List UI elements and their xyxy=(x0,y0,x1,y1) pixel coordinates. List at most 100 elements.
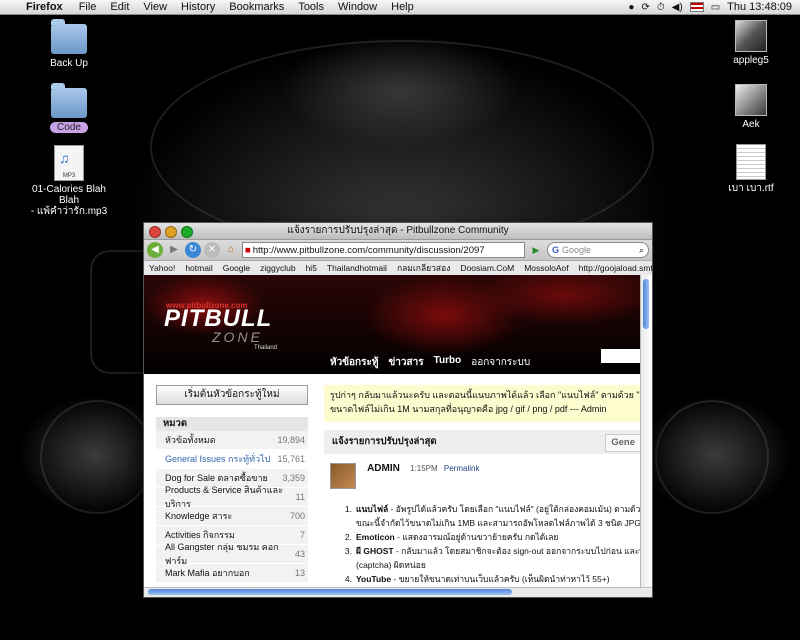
menu-file[interactable]: File xyxy=(72,1,104,13)
music-note-icon: ♫ xyxy=(59,150,70,166)
desktop-icon-code[interactable]: Code xyxy=(24,83,114,133)
desktop-icon-label: - แพ้คำว่ารัก.mp3 xyxy=(30,206,108,217)
folder-icon xyxy=(51,19,87,54)
window-title: แจ้งรายการปรับปรุงล่าสุด - Pitbullzone C… xyxy=(287,225,509,236)
mp3-file-icon: ♫ MP3 xyxy=(54,145,84,181)
category-row[interactable]: All Gangster กลุ่ม ชมรม คอก ฟาร์ม 43 xyxy=(156,542,308,566)
new-topic-button[interactable]: เริ่มต้นหัวข้อกระทู้ใหม่ xyxy=(156,385,308,405)
reload-icon[interactable]: ↻ xyxy=(185,242,201,258)
avatar[interactable] xyxy=(330,463,356,489)
dog-photo-icon xyxy=(735,84,767,116)
dog-photo-icon xyxy=(735,20,767,52)
post-header: ADMIN 1:15PM Permalink xyxy=(330,463,641,489)
category-row[interactable]: Products & Service สินค้าและบริการ 11 xyxy=(156,485,308,509)
nav-topics[interactable]: หัวข้อกระทู้ xyxy=(330,355,378,370)
menu-tools[interactable]: Tools xyxy=(291,1,331,13)
category-row[interactable]: General Issues กระทู้ทั่วไป 15,761 xyxy=(156,450,308,469)
bookmark-doosiam[interactable]: Doosiam.CoM xyxy=(460,263,514,273)
volume-icon[interactable]: ◀) xyxy=(672,2,683,13)
category-row[interactable]: หัวข้อทั้งหมด 19,894 xyxy=(156,431,308,450)
bookmark-google[interactable]: Google xyxy=(223,263,250,273)
list-number: 1. xyxy=(344,504,352,514)
forward-arrow-icon[interactable]: ▶ xyxy=(166,242,182,258)
menu-history[interactable]: History xyxy=(174,1,222,13)
menu-clock[interactable]: Thu 13:48:09 xyxy=(727,1,792,13)
category-count: 43 xyxy=(294,549,305,559)
stop-icon[interactable]: ✕ xyxy=(204,242,220,258)
bookmark-hi5[interactable]: hi5 xyxy=(306,263,317,273)
window-titlebar[interactable]: แจ้งรายการปรับปรุงล่าสุด - Pitbullzone C… xyxy=(144,223,652,240)
address-bar-url: http://www.pitbullzone.com/community/dis… xyxy=(252,244,485,256)
back-arrow-icon[interactable]: ◀ xyxy=(147,242,163,258)
site-favicon-icon: ■ xyxy=(245,244,251,256)
home-icon[interactable]: ⌂ xyxy=(223,242,239,258)
desktop-icon-label: 01-Calories Blah Blah xyxy=(32,184,106,206)
bookmark-ziggyclub[interactable]: ziggyclub xyxy=(260,263,295,273)
general-button[interactable]: Gene xyxy=(605,434,641,452)
category-count: 15,761 xyxy=(277,454,305,464)
battery-icon[interactable]: ▭ xyxy=(711,2,720,13)
firefox-window: แจ้งรายการปรับปรุงล่าสุด - Pitbullzone C… xyxy=(143,222,653,598)
site-logo-country: Thailand xyxy=(254,345,278,351)
horizontal-scrollbar[interactable] xyxy=(144,587,652,597)
desktop-icon-label: appleg5 xyxy=(733,55,769,66)
adium-icon[interactable]: ● xyxy=(628,2,634,13)
address-bar[interactable]: ■ http://www.pitbullzone.com/community/d… xyxy=(242,242,525,258)
magnifier-icon[interactable]: ⌕ xyxy=(639,245,644,256)
desktop-icon-mp3[interactable]: ♫ MP3 01-Calories Blah Blah - แพ้คำว่ารั… xyxy=(24,145,114,217)
desktop-icon-label: Aek xyxy=(742,119,760,130)
discussion-header: แจ้งรายการปรับปรุงล่าสุด Gene xyxy=(324,430,641,454)
notice-line: ขนาดไฟล์ไม่เกิน 1M นามสกุลที่อนุญาตคือ j… xyxy=(330,404,607,414)
bookmarks-toolbar: Yahoo! hotmail Google ziggyclub hi5 Thai… xyxy=(144,261,652,276)
horizontal-scroll-thumb[interactable] xyxy=(148,589,512,595)
menu-edit[interactable]: Edit xyxy=(103,1,136,13)
category-count: 11 xyxy=(295,492,305,502)
menu-window[interactable]: Window xyxy=(331,1,384,13)
menu-view[interactable]: View xyxy=(136,1,174,13)
list-item-text: - ขยายให้ขนาดเท่าบนเว็บแล้วครับ (เห็นผิด… xyxy=(391,574,610,584)
nav-logout[interactable]: ออกจากระบบ xyxy=(471,355,530,370)
list-item-text: - กลับมาแล้ว โดยสมาชิกจะต้อง sign-out ออ… xyxy=(393,546,641,556)
list-item-title: แนบไฟล์ xyxy=(356,504,389,514)
category-count: 700 xyxy=(289,511,305,521)
list-item-title: YouTube xyxy=(356,574,392,584)
bookmark-goojaload[interactable]: http://goojaload.smf... xyxy=(579,263,652,273)
desktop-icon-aek[interactable]: Aek xyxy=(706,84,796,130)
car-headlight-right xyxy=(655,400,769,514)
bookmark-mossoloaof[interactable]: MossoloAof xyxy=(524,263,568,273)
time-machine-icon[interactable]: ⏱ xyxy=(657,2,665,13)
categories-heading: หมวด xyxy=(156,417,308,431)
menu-bookmarks[interactable]: Bookmarks xyxy=(222,1,291,13)
close-window-icon[interactable] xyxy=(149,226,161,238)
desktop-icon-backup[interactable]: Back Up xyxy=(24,19,114,69)
desktop-icon-appleg5[interactable]: appleg5 xyxy=(706,20,796,66)
status-menus: ● ⟳ ⏱ ◀) ▭ Thu 13:48:09 xyxy=(628,1,800,13)
list-item-text: - อัพรูปได้แล้วครับ โดยเลือก "แนบไฟล์" (… xyxy=(388,504,641,514)
nav-news[interactable]: ข่าวสาร xyxy=(388,355,423,370)
list-item: 3. ผี GHOST - กลับมาแล้ว โดยสมาชิกจะต้อง … xyxy=(328,545,641,557)
list-item: (captcha) ผิดหน่อย xyxy=(328,559,641,571)
bookmark-thailandhotmail[interactable]: Thailandhotmail xyxy=(327,263,387,273)
search-box[interactable]: G Google ⌕ xyxy=(547,242,649,258)
nav-turbo[interactable]: Turbo xyxy=(434,355,462,370)
post-author[interactable]: ADMIN xyxy=(367,463,400,474)
input-source-flag-icon[interactable] xyxy=(689,2,704,12)
sync-icon[interactable]: ⟳ xyxy=(641,2,649,13)
vertical-scroll-thumb[interactable] xyxy=(643,279,649,329)
zoom-window-icon[interactable] xyxy=(181,226,193,238)
menu-help[interactable]: Help xyxy=(384,1,421,13)
site-search-input[interactable] xyxy=(601,349,641,363)
list-item: 4. YouTube - ขยายให้ขนาดเท่าบนเว็บแล้วครั… xyxy=(328,573,641,585)
list-number: 2. xyxy=(344,532,352,542)
list-item-title: Emoticon xyxy=(356,532,395,542)
bookmark-thai[interactable]: กลมเกลียวสอง xyxy=(397,261,450,275)
minimize-window-icon[interactable] xyxy=(165,226,177,238)
bookmark-hotmail[interactable]: hotmail xyxy=(185,263,212,273)
list-number: 4. xyxy=(344,574,352,584)
go-arrow-icon[interactable]: ▶ xyxy=(528,242,544,258)
vertical-scrollbar[interactable] xyxy=(640,275,652,588)
desktop-icon-rtf[interactable]: เบา เบา.rtf xyxy=(706,144,796,194)
bookmark-yahoo[interactable]: Yahoo! xyxy=(149,263,175,273)
permalink-link[interactable]: Permalink xyxy=(444,464,480,473)
menu-app-name[interactable]: Firefox xyxy=(22,1,72,13)
